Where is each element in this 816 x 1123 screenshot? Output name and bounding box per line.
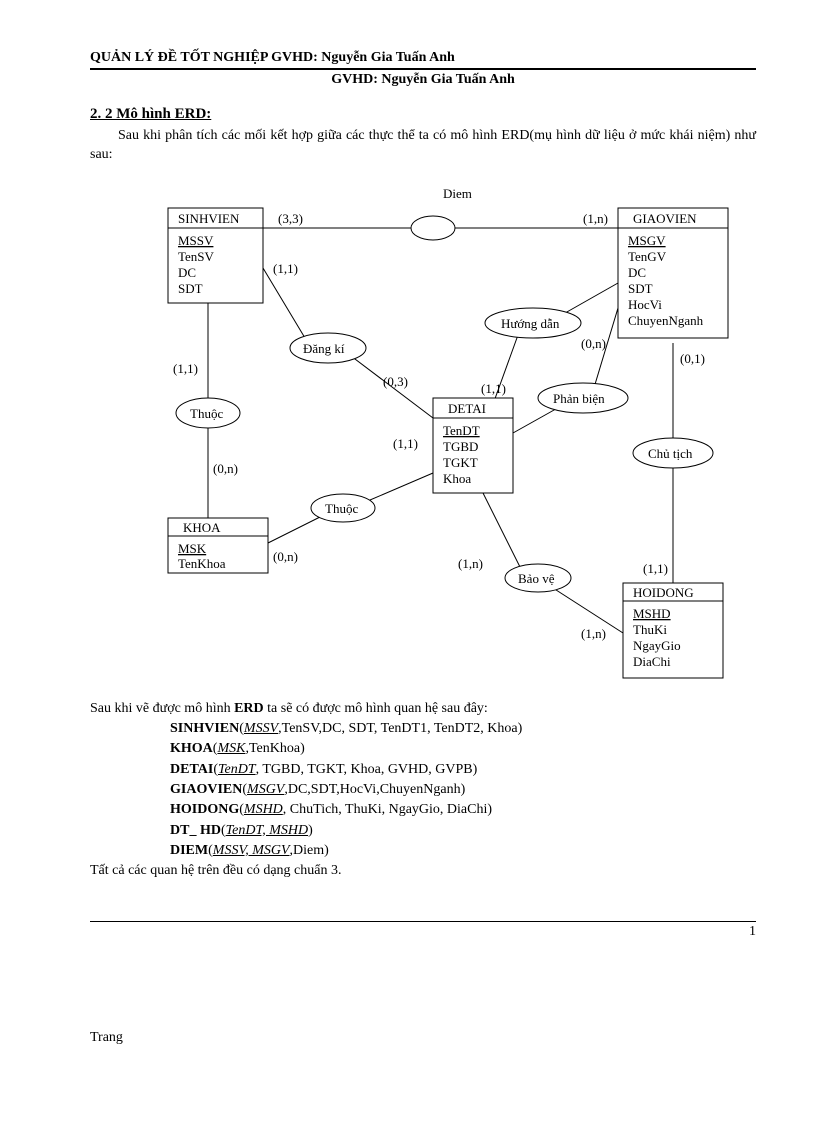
- svg-text:TenDT: TenDT: [443, 423, 480, 438]
- header-left: QUẢN LÝ ĐỀ TỐT NGHIỆP: [90, 50, 268, 65]
- schema-block: Sau khi vẽ được mô hình ERD ta sẽ có đượ…: [90, 699, 756, 882]
- svg-text:TGBD: TGBD: [443, 439, 478, 454]
- svg-text:Chủ tịch: Chủ tịch: [648, 446, 693, 461]
- svg-text:MSSV: MSSV: [178, 233, 214, 248]
- svg-text:DC: DC: [178, 265, 196, 280]
- svg-text:(1,n): (1,n): [581, 626, 606, 641]
- svg-text:Thuộc: Thuộc: [325, 501, 358, 516]
- page-number: 1: [90, 921, 756, 940]
- entity-sinhvien: SINHVIEN MSSV TenSV DC SDT: [168, 208, 263, 303]
- svg-text:Phản biện: Phản biện: [553, 391, 605, 406]
- svg-text:(1,1): (1,1): [481, 381, 506, 396]
- schema-note: Tất cả các quan hệ trên đều có dạng chuẩ…: [90, 861, 756, 881]
- svg-text:(0,3): (0,3): [383, 374, 408, 389]
- svg-text:Hướng dẫn: Hướng dẫn: [501, 316, 560, 331]
- svg-text:Khoa: Khoa: [443, 471, 471, 486]
- schema-line: KHOA(MSK,TenKhoa): [170, 739, 756, 759]
- svg-text:(0,n): (0,n): [273, 549, 298, 564]
- schema-line: DETAI(TenDT, TGBD, TGKT, Khoa, GVHD, GVP…: [170, 760, 756, 780]
- footer-label: Trang: [90, 1030, 756, 1046]
- svg-text:(1,n): (1,n): [583, 211, 608, 226]
- schema-intro: Sau khi vẽ được mô hình ERD ta sẽ có đượ…: [90, 699, 756, 719]
- svg-text:DETAI: DETAI: [448, 401, 486, 416]
- header-line1: QUẢN LÝ ĐỀ TỐT NGHIỆP GVHD: Nguyễn Gia T…: [90, 50, 756, 66]
- svg-text:DiaChi: DiaChi: [633, 654, 671, 669]
- header-right: GVHD: Nguyễn Gia Tuấn Anh: [271, 50, 455, 65]
- svg-text:Đăng kí: Đăng kí: [303, 341, 345, 356]
- intro-paragraph: Sau khi phân tích các mối kết hợp giữa c…: [90, 127, 756, 165]
- svg-text:MSK: MSK: [178, 541, 207, 556]
- svg-text:MSGV: MSGV: [628, 233, 666, 248]
- svg-text:MSHD: MSHD: [633, 606, 671, 621]
- svg-text:(1,1): (1,1): [173, 361, 198, 376]
- section-title: 2. 2 Mô hình ERD:: [90, 106, 756, 123]
- entity-giaovien: GIAOVIEN MSGV TenGV DC SDT HocVi ChuyenN…: [618, 208, 728, 338]
- svg-text:HocVi: HocVi: [628, 297, 662, 312]
- svg-text:(1,1): (1,1): [643, 561, 668, 576]
- svg-text:TenKhoa: TenKhoa: [178, 556, 226, 571]
- svg-text:(0,n): (0,n): [213, 461, 238, 476]
- svg-text:KHOA: KHOA: [183, 520, 221, 535]
- entity-hoidong: HOIDONG MSHD ThuKi NgayGio DiaChi: [623, 583, 723, 678]
- entity-khoa: KHOA MSK TenKhoa: [168, 518, 268, 573]
- svg-text:SDT: SDT: [628, 281, 653, 296]
- svg-text:(1,1): (1,1): [393, 436, 418, 451]
- svg-text:TenGV: TenGV: [628, 249, 667, 264]
- schema-line: DT_ HD(TenDT, MSHD): [170, 821, 756, 841]
- svg-text:(3,3): (3,3): [278, 211, 303, 226]
- svg-text:DC: DC: [628, 265, 646, 280]
- svg-text:Thuộc: Thuộc: [190, 406, 223, 421]
- svg-text:HOIDONG: HOIDONG: [633, 585, 694, 600]
- schema-line: HOIDONG(MSHD, ChuTich, ThuKi, NgayGio, D…: [170, 800, 756, 820]
- svg-text:TGKT: TGKT: [443, 455, 478, 470]
- erd-diagram: SINHVIEN MSSV TenSV DC SDT GIAOVIEN MSGV…: [113, 173, 733, 693]
- svg-text:ThuKi: ThuKi: [633, 622, 667, 637]
- header-line2: GVHD: Nguyễn Gia Tuấn Anh: [90, 72, 756, 88]
- header-rule: [90, 68, 756, 70]
- schema-line: SINHVIEN(MSSV,TenSV,DC, SDT, TenDT1, Ten…: [170, 719, 756, 739]
- schema-line: GIAOVIEN(MSGV,DC,SDT,HocVi,ChuyenNganh): [170, 780, 756, 800]
- entity-detai: DETAI TenDT TGBD TGKT Khoa: [433, 398, 513, 493]
- svg-text:NgayGio: NgayGio: [633, 638, 681, 653]
- svg-text:(0,1): (0,1): [680, 351, 705, 366]
- svg-text:Diem: Diem: [443, 186, 472, 201]
- svg-text:TenSV: TenSV: [178, 249, 215, 264]
- schema-line: DIEM(MSSV, MSGV,Diem): [170, 841, 756, 861]
- svg-text:Bảo vệ: Bảo vệ: [518, 571, 555, 586]
- svg-text:(0,n): (0,n): [581, 336, 606, 351]
- svg-text:(1,1): (1,1): [273, 261, 298, 276]
- svg-text:ChuyenNganh: ChuyenNganh: [628, 313, 704, 328]
- svg-text:SDT: SDT: [178, 281, 203, 296]
- svg-text:GIAOVIEN: GIAOVIEN: [633, 211, 697, 226]
- svg-text:SINHVIEN: SINHVIEN: [178, 211, 240, 226]
- svg-text:(1,n): (1,n): [458, 556, 483, 571]
